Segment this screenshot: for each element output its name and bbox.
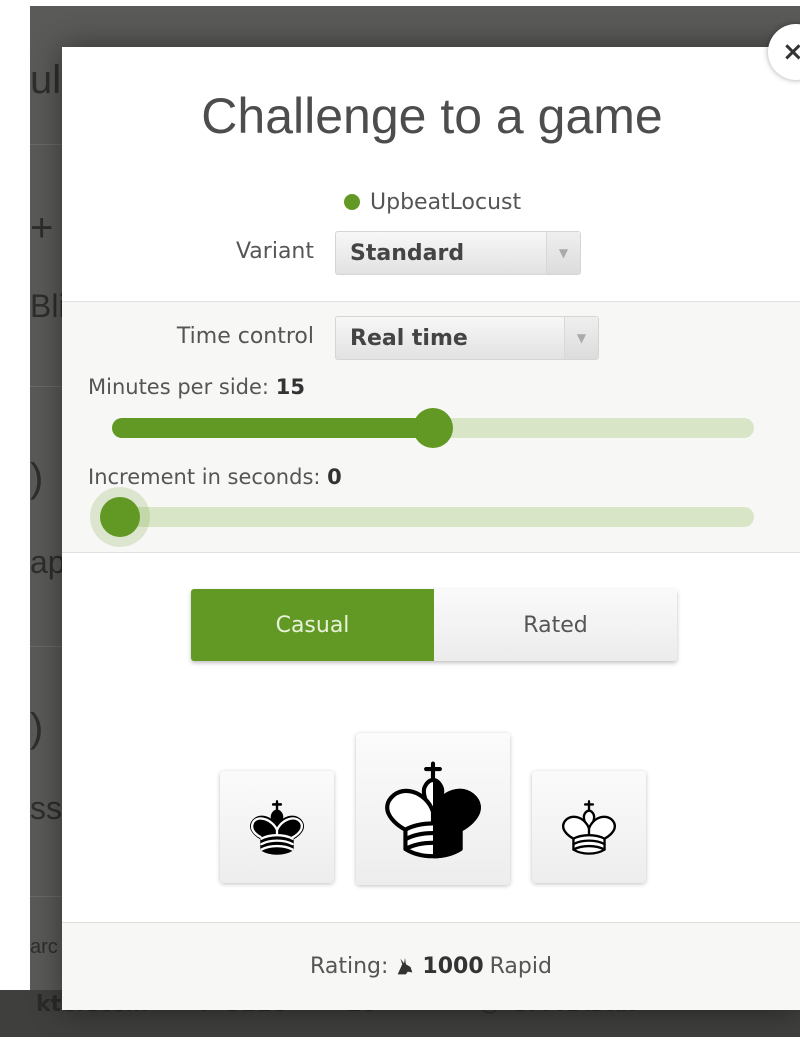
opponent: UpbeatLocust — [344, 187, 521, 217]
play-white-button[interactable] — [532, 771, 646, 883]
chevron-down-icon: ▼ — [546, 232, 580, 274]
game-mode-toggle: Casual Rated — [191, 589, 677, 661]
black-king-icon — [250, 800, 304, 855]
online-status-icon — [344, 194, 360, 210]
random-king-icon — [385, 761, 481, 859]
chevron-down-icon: ▼ — [564, 317, 598, 359]
background-text: arc — [30, 936, 58, 958]
background-text: ss — [30, 790, 62, 826]
background-text: ) — [30, 456, 44, 500]
close-icon: × — [782, 37, 800, 67]
minutes-slider-fill — [112, 418, 433, 438]
variant-value: Standard — [350, 240, 465, 266]
increment-slider[interactable] — [100, 497, 754, 537]
rating-type: Rapid — [489, 954, 552, 979]
time-control-section: Time control Real time ▼ Minutes per sid… — [62, 301, 800, 553]
time-control-select[interactable]: Real time ▼ — [335, 316, 599, 360]
background-text: ul — [30, 58, 62, 102]
background-text: ap — [30, 544, 66, 580]
variant-select[interactable]: Standard ▼ — [335, 231, 581, 275]
minutes-label: Minutes per side: 15 — [88, 375, 305, 399]
rabbit-icon — [398, 957, 413, 974]
rated-button[interactable]: Rated — [434, 589, 677, 661]
minutes-value: 15 — [275, 375, 305, 399]
increment-slider-thumb[interactable] — [100, 497, 140, 537]
variant-label: Variant — [235, 239, 314, 264]
background-text: + — [30, 206, 54, 250]
white-king-icon — [562, 800, 616, 855]
rating-footer: Rating: 1000 Rapid — [62, 922, 800, 1010]
challenge-modal: Challenge to a game UpbeatLocust Variant… — [62, 47, 800, 1010]
time-control-value: Real time — [350, 325, 468, 351]
time-control-label: Time control — [176, 324, 314, 349]
opponent-name: UpbeatLocust — [370, 189, 522, 215]
play-random-button[interactable] — [356, 733, 510, 885]
minutes-slider[interactable] — [112, 408, 754, 448]
increment-value: 0 — [327, 465, 342, 489]
background-text: Bli — [30, 288, 66, 324]
increment-label: Increment in seconds: 0 — [88, 465, 342, 489]
modal-title: Challenge to a game — [201, 88, 663, 144]
rating-value: 1000 — [422, 954, 484, 979]
rating-label: Rating: — [310, 954, 389, 979]
minutes-slider-thumb[interactable] — [413, 408, 453, 448]
play-black-button[interactable] — [220, 771, 334, 883]
casual-button[interactable]: Casual — [191, 589, 434, 661]
background-text: ) — [30, 706, 44, 750]
